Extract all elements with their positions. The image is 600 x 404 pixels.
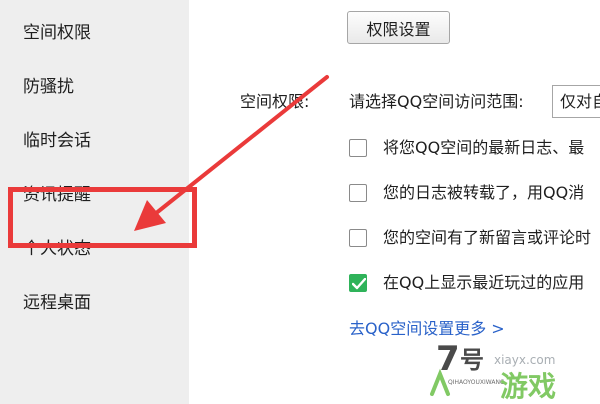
watermark-sub: QIHAOYOUXIWANG xyxy=(448,379,505,386)
watermark-char: 号 xyxy=(460,346,484,374)
site-watermark-logo: 7 号 xiayx.com QIHAOYOUXIWANG 游戏 xyxy=(430,339,556,403)
watermark-site: xiayx.com xyxy=(494,353,555,367)
watermark-word: 游戏 xyxy=(500,370,556,403)
